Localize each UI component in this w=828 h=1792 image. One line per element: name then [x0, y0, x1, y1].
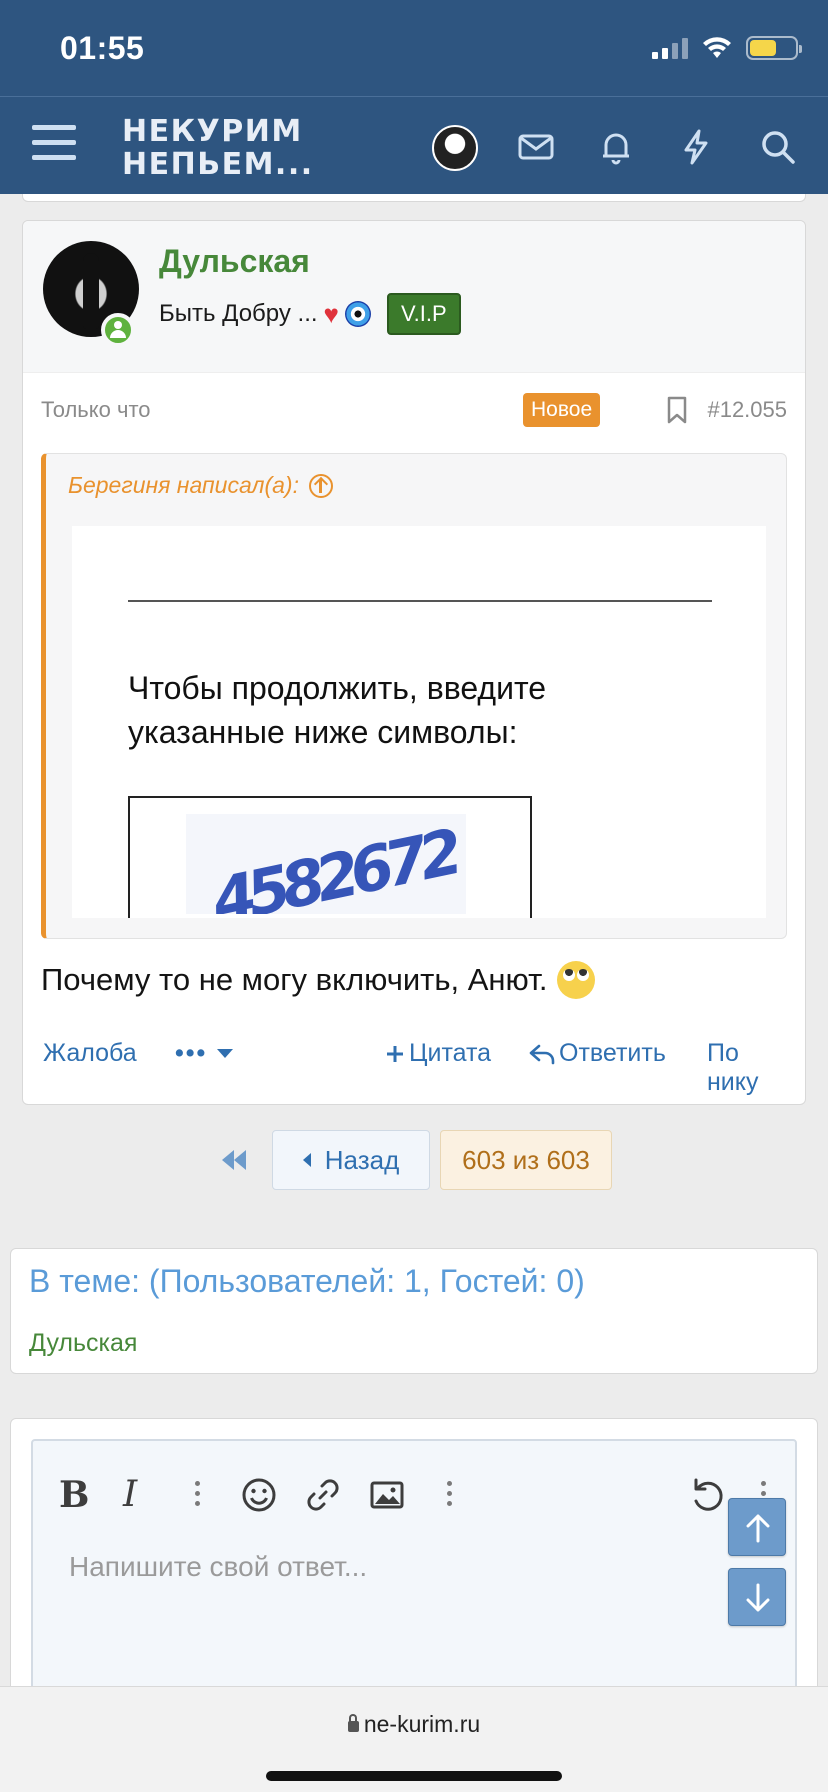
search-icon[interactable]: [758, 127, 798, 167]
smiley-icon[interactable]: [239, 1475, 279, 1515]
vip-badge: V.I.P: [386, 293, 461, 335]
home-indicator[interactable]: [266, 1771, 562, 1781]
reply-placeholder: Напишите свой ответ...: [69, 1551, 368, 1582]
bell-icon[interactable]: [596, 127, 636, 167]
envelope-icon[interactable]: [516, 127, 556, 167]
author-username[interactable]: Дульская: [159, 243, 310, 280]
browser-address-bar: ne-kurim.ru: [0, 1686, 828, 1792]
screenshot-rule: [128, 600, 712, 602]
plus-icon: [387, 1045, 403, 1062]
thread-viewers-title[interactable]: В теме: (Пользователей: 1, Гостей: 0): [29, 1263, 585, 1300]
italic-icon[interactable]: I: [123, 1475, 163, 1515]
post-body-text: Почему то не могу включить, Анют.: [41, 962, 548, 997]
previous-post-edge: [22, 194, 806, 202]
url-display[interactable]: ne-kurim.ru: [0, 1711, 828, 1738]
link-icon[interactable]: [303, 1475, 343, 1515]
battery-fill: [750, 40, 777, 56]
post-time[interactable]: Только что: [41, 397, 151, 423]
bold-icon[interactable]: B: [59, 1475, 99, 1515]
site-logo[interactable]: НЕКУРИМ НЕПЬЕМ...: [122, 115, 314, 181]
status-icons: [652, 36, 802, 60]
arrow-up-icon: [746, 1514, 770, 1543]
image-icon[interactable]: [367, 1475, 407, 1515]
chevron-down-icon: [217, 1049, 234, 1058]
post-card: Дульская Быть Добру ... ♥ V.I.P Только ч…: [22, 220, 806, 1105]
url-text: ne-kurim.ru: [363, 1711, 481, 1737]
first-page-icon[interactable]: [218, 1148, 250, 1172]
menu-icon[interactable]: [32, 125, 76, 163]
captcha-glyphs: 4582672: [205, 815, 466, 914]
more-actions-button[interactable]: •••: [175, 1039, 234, 1068]
captcha-text: 4582672: [205, 815, 466, 914]
more-insert-icon[interactable]: [447, 1481, 453, 1511]
logo-line-2: НЕПЬЕМ...: [122, 147, 314, 182]
current-page-indicator[interactable]: 603 из 603: [440, 1130, 612, 1190]
more-formatting-icon[interactable]: [195, 1481, 201, 1511]
thread-viewer-user[interactable]: Дульская: [29, 1329, 137, 1358]
logo-line-1: НЕКУРИМ: [122, 114, 303, 149]
screenshot-text: Чтобы продолжить, введите указанные ниже…: [128, 670, 547, 750]
quote-button-label: Цитата: [409, 1039, 492, 1067]
avatar-silhouette: [83, 253, 99, 329]
arrow-up-circle-icon[interactable]: [308, 473, 333, 498]
chevron-left-icon: [302, 1153, 311, 1167]
post-actions: Жалоба ••• Цитата Ответить По нику: [41, 1039, 787, 1096]
account-avatar[interactable]: [432, 125, 478, 171]
post-author-block: Дульская Быть Добру ... ♥ V.I.P: [23, 221, 805, 373]
undo-icon[interactable]: [687, 1475, 727, 1515]
status-time: 01:55: [60, 30, 145, 66]
quoted-screenshot[interactable]: Чтобы продолжить, введите указанные ниже…: [72, 526, 766, 918]
quote-block: Берегиня написал(а): Чтобы продолжить, в…: [41, 453, 787, 939]
status-bar: 01:55: [0, 0, 828, 96]
battery-icon: [746, 36, 802, 60]
captcha-image: 4582672: [186, 814, 466, 914]
rolling-eyes-emoji-icon: [557, 961, 596, 999]
thread-viewers-card: В теме: (Пользователей: 1, Гостей: 0) Ду…: [10, 1248, 818, 1374]
evil-eye-icon: [344, 301, 371, 327]
online-status-icon: [101, 313, 135, 347]
captcha-box: 4582672: [128, 796, 532, 918]
reply-button[interactable]: Ответить: [529, 1039, 666, 1068]
scroll-up-button[interactable]: [728, 1498, 786, 1556]
quote-button[interactable]: Цитата: [385, 1039, 491, 1068]
cellular-signal-icon: [652, 37, 688, 59]
author-title: Быть Добру ... ♥ V.I.P: [159, 293, 461, 335]
previous-page-button[interactable]: Назад: [272, 1130, 430, 1190]
arrow-down-icon: [746, 1583, 770, 1612]
wifi-icon: [703, 37, 731, 58]
reply-arrow-icon: [529, 1044, 555, 1064]
previous-page-label: Назад: [324, 1144, 400, 1175]
more-dots: •••: [175, 1039, 208, 1067]
post-meta: Только что Новое #12.055: [41, 393, 787, 429]
bookmark-icon[interactable]: [665, 395, 689, 425]
post-number[interactable]: #12.055: [707, 397, 787, 423]
heart-icon: ♥: [323, 299, 339, 329]
post-body: Почему то не могу включить, Анют.: [41, 961, 596, 999]
reply-button-label: Ответить: [559, 1039, 666, 1067]
report-link[interactable]: Жалоба: [43, 1039, 137, 1068]
lightning-icon[interactable]: [676, 127, 716, 167]
scroll-down-button[interactable]: [728, 1568, 786, 1626]
new-badge: Новое: [523, 393, 601, 427]
lock-icon: [347, 1714, 359, 1732]
top-navbar: НЕКУРИМ НЕПЬЕМ...: [0, 96, 828, 194]
quote-header[interactable]: Берегиня написал(а):: [68, 472, 333, 499]
by-nick-link[interactable]: По нику: [707, 1039, 787, 1097]
quote-author: Берегиня написал(а):: [68, 472, 299, 498]
pagination: Назад 603 из 603: [0, 1130, 828, 1190]
author-title-text: Быть Добру ...: [159, 300, 318, 327]
